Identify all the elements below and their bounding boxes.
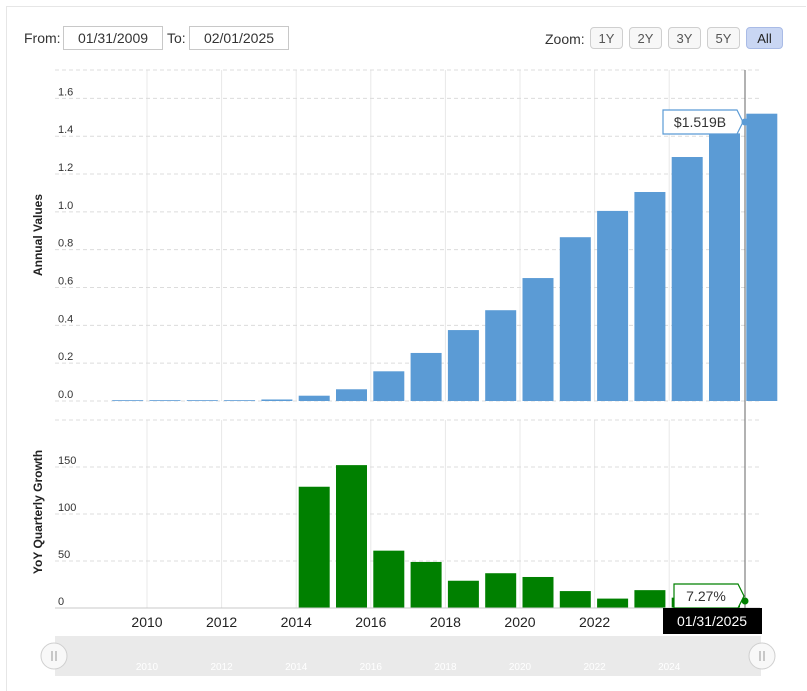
- y-tick-label: 50: [58, 549, 70, 561]
- x-tick-label: 2014: [281, 614, 312, 630]
- bar: [410, 352, 442, 401]
- bar: [447, 330, 479, 401]
- bar: [485, 573, 517, 608]
- bar: [559, 591, 591, 608]
- navigator-tick-label: 2018: [434, 662, 457, 673]
- bar: [336, 389, 367, 401]
- navigator-tick-label: 2010: [136, 662, 159, 673]
- y-tick-label: 1.2: [58, 162, 73, 174]
- bar: [447, 580, 479, 608]
- bar: [224, 400, 256, 401]
- y-tick-label: 0.6: [58, 276, 73, 288]
- bar: [298, 395, 330, 401]
- bar: [373, 550, 405, 608]
- bar: [522, 278, 554, 401]
- bar: [597, 598, 629, 608]
- growth-marker: [741, 597, 749, 605]
- bar: [634, 191, 666, 401]
- y-tick-label: 1.4: [58, 124, 73, 136]
- x-tick-label: 2012: [206, 614, 237, 630]
- navigator-left-handle[interactable]: [40, 642, 68, 670]
- x-tick-label: 2020: [504, 614, 535, 630]
- y-tick-label: 100: [58, 502, 76, 514]
- annual-tooltip: $1.519B: [662, 109, 744, 135]
- x-tick-label: 2016: [355, 614, 386, 630]
- y-tick-label: 0.0: [58, 389, 73, 401]
- growth-gridlines: [55, 419, 760, 609]
- growth-tooltip: 7.27%: [673, 583, 745, 609]
- navigator-tick-label: 2022: [583, 662, 606, 673]
- y-tick-label: 1.0: [58, 200, 73, 212]
- x-tick-label: 2022: [579, 614, 610, 630]
- growth-tooltip-text: 7.27%: [686, 588, 726, 604]
- bar: [410, 561, 442, 608]
- bar: [671, 157, 703, 401]
- bar: [559, 237, 591, 401]
- bar: [373, 371, 405, 401]
- y-tick-label: 0.2: [58, 351, 73, 363]
- navigator-track[interactable]: [55, 636, 761, 676]
- x-tick-label: 2010: [131, 614, 162, 630]
- navigator-tick-label: 2024: [658, 662, 681, 673]
- navigator-tick-label: 2014: [285, 662, 308, 673]
- annual-y-axis-label: Annual Values: [31, 194, 45, 276]
- y-tick-label: 0: [58, 596, 64, 608]
- bar: [485, 310, 517, 401]
- y-tick-label: 0.8: [58, 238, 73, 250]
- growth-y-axis-label: YoY Quarterly Growth: [31, 450, 45, 574]
- navigator-tick-label: 2020: [509, 662, 532, 673]
- bar: [709, 133, 740, 401]
- x-tick-label: 2018: [430, 614, 461, 630]
- annual-marker: [741, 118, 749, 126]
- bar: [522, 576, 554, 608]
- crosshair-date-label: 01/31/2025: [677, 613, 747, 629]
- y-tick-label: 0.4: [58, 313, 73, 325]
- annual-tooltip-text: $1.519B: [674, 114, 726, 130]
- bar: [149, 400, 181, 401]
- bar: [746, 113, 778, 401]
- bar: [634, 590, 666, 608]
- bar: [336, 465, 367, 608]
- y-tick-label: 150: [58, 455, 76, 467]
- bar: [112, 400, 144, 401]
- navigator-tick-label: 2016: [360, 662, 383, 673]
- bar: [186, 400, 218, 401]
- growth-y-ticks: 0 50 100 150: [58, 455, 76, 608]
- navigator-tick-label: 2012: [210, 662, 233, 673]
- bar: [597, 210, 629, 401]
- y-tick-label: 1.6: [58, 86, 73, 98]
- annual-bars: [112, 113, 778, 401]
- bar: [261, 399, 293, 401]
- annual-y-ticks: 0.0 0.2 0.4 0.6 0.8 1.0 1.2 1.4 1.6: [58, 86, 73, 401]
- chart-canvas: 0.0 0.2 0.4 0.6 0.8 1.0 1.2 1.4 1.6 Annual Value…: [31, 69, 778, 676]
- x-axis-ticks: 2010 2012 2014 2016 2018 2020 2022: [131, 614, 610, 630]
- navigator-right-handle[interactable]: [748, 642, 776, 670]
- bar: [298, 486, 330, 608]
